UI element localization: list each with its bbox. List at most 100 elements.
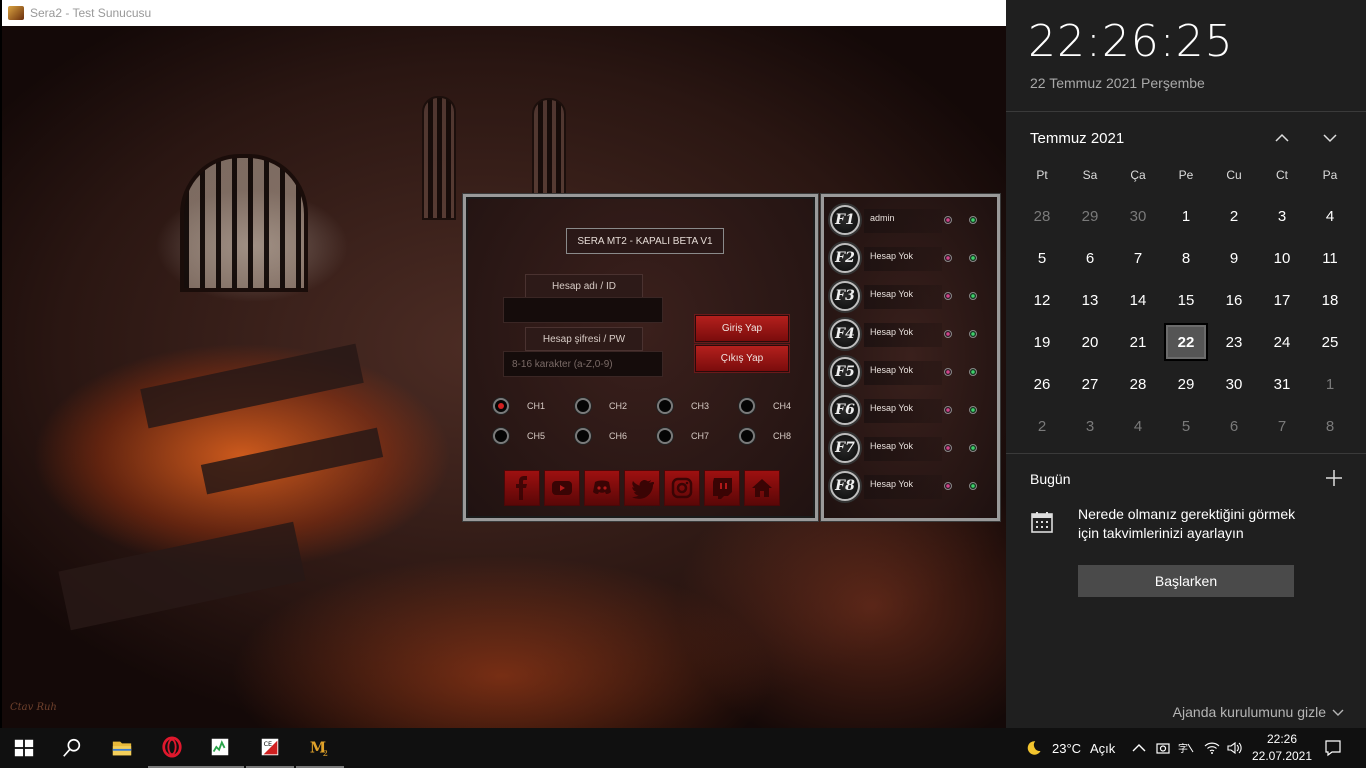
channel-6-radio[interactable] (575, 428, 591, 444)
ce-app-button[interactable]: CE (246, 728, 294, 768)
delete-account-dot[interactable] (944, 444, 952, 452)
account-slot[interactable]: F4 Hesap Yok (830, 319, 995, 353)
calendar-day[interactable]: 6 (1066, 237, 1114, 279)
wifi-icon[interactable] (1204, 740, 1220, 756)
channel-3-radio[interactable] (657, 398, 673, 414)
select-account-dot[interactable] (969, 330, 977, 338)
calendar-day-today[interactable]: 22 (1164, 323, 1208, 361)
language-icon[interactable]: 字 (1178, 740, 1194, 756)
delete-account-dot[interactable] (944, 254, 952, 262)
calendar-day[interactable]: 17 (1258, 279, 1306, 321)
moon-weather-icon[interactable] (1024, 739, 1042, 757)
task-manager-button[interactable] (196, 728, 244, 768)
start-menu-button[interactable] (0, 728, 48, 768)
channel-4-radio[interactable] (739, 398, 755, 414)
calendar-day[interactable]: 26 (1018, 363, 1066, 405)
calendar-day[interactable]: 28 (1018, 195, 1066, 237)
channel-8-radio[interactable] (739, 428, 755, 444)
home-button[interactable] (744, 470, 780, 506)
account-slot[interactable]: F6 Hesap Yok (830, 395, 995, 429)
twitter-button[interactable] (624, 470, 660, 506)
delete-account-dot[interactable] (944, 368, 952, 376)
channel-5-radio[interactable] (493, 428, 509, 444)
get-started-button[interactable]: Başlarken (1078, 565, 1294, 597)
delete-account-dot[interactable] (944, 292, 952, 300)
account-slot[interactable]: F5 Hesap Yok (830, 357, 995, 391)
delete-account-dot[interactable] (944, 330, 952, 338)
account-slot[interactable]: F2 Hesap Yok (830, 243, 995, 277)
calendar-day[interactable]: 19 (1018, 321, 1066, 363)
calendar-day[interactable]: 1 (1306, 363, 1354, 405)
username-input[interactable] (503, 297, 663, 323)
calendar-day[interactable]: 14 (1114, 279, 1162, 321)
speaker-icon[interactable] (1226, 740, 1242, 756)
calendar-day[interactable]: 16 (1210, 279, 1258, 321)
discord-button[interactable] (584, 470, 620, 506)
channel-1-radio[interactable] (493, 398, 509, 414)
calendar-day[interactable]: 25 (1306, 321, 1354, 363)
add-event-icon[interactable] (1324, 468, 1344, 488)
calendar-day[interactable]: 3 (1258, 195, 1306, 237)
calendar-day[interactable]: 7 (1258, 405, 1306, 447)
calendar-day[interactable]: 27 (1066, 363, 1114, 405)
channel-2-radio[interactable] (575, 398, 591, 414)
weather-description[interactable]: Açık (1090, 741, 1115, 756)
select-account-dot[interactable] (969, 216, 977, 224)
facebook-button[interactable] (504, 470, 540, 506)
password-input[interactable] (503, 351, 663, 377)
twitch-button[interactable] (704, 470, 740, 506)
channel-7-radio[interactable] (657, 428, 673, 444)
calendar-day[interactable]: 6 (1210, 405, 1258, 447)
account-slot[interactable]: F8 Hesap Yok (830, 471, 995, 505)
calendar-day[interactable]: 30 (1114, 195, 1162, 237)
taskbar-clock-time[interactable]: 22:26 (1252, 732, 1312, 746)
calendar-day[interactable]: 2 (1018, 405, 1066, 447)
account-slot[interactable]: F7 Hesap Yok (830, 433, 995, 467)
instagram-button[interactable] (664, 470, 700, 506)
select-account-dot[interactable] (969, 368, 977, 376)
metin2-game-button[interactable]: M2 (296, 728, 344, 768)
calendar-day[interactable]: 5 (1162, 405, 1210, 447)
hide-agenda-link[interactable]: Ajanda kurulumunu gizle (1173, 704, 1344, 720)
calendar-day[interactable]: 29 (1066, 195, 1114, 237)
calendar-day[interactable]: 28 (1114, 363, 1162, 405)
search-button[interactable] (48, 728, 96, 768)
calendar-day[interactable]: 11 (1306, 237, 1354, 279)
calendar-day[interactable]: 8 (1162, 237, 1210, 279)
calendar-day[interactable]: 1 (1162, 195, 1210, 237)
select-account-dot[interactable] (969, 482, 977, 490)
file-explorer-button[interactable] (98, 728, 146, 768)
calendar-day[interactable]: 23 (1210, 321, 1258, 363)
select-account-dot[interactable] (969, 254, 977, 262)
opera-browser-button[interactable] (148, 728, 196, 768)
calendar-day[interactable]: 5 (1018, 237, 1066, 279)
select-account-dot[interactable] (969, 292, 977, 300)
month-title[interactable]: Temmuz 2021 (1030, 130, 1124, 147)
calendar-day[interactable]: 18 (1306, 279, 1354, 321)
delete-account-dot[interactable] (944, 482, 952, 490)
calendar-day[interactable]: 12 (1018, 279, 1066, 321)
calendar-day[interactable]: 15 (1162, 279, 1210, 321)
select-account-dot[interactable] (969, 406, 977, 414)
delete-account-dot[interactable] (944, 216, 952, 224)
calendar-day[interactable]: 13 (1066, 279, 1114, 321)
calendar-day[interactable]: 24 (1258, 321, 1306, 363)
calendar-day[interactable]: 2 (1210, 195, 1258, 237)
next-month-button[interactable] (1318, 126, 1342, 150)
calendar-day[interactable]: 3 (1066, 405, 1114, 447)
title-bar[interactable]: Sera2 - Test Sunucusu (2, 0, 1006, 27)
calendar-day[interactable]: 4 (1306, 195, 1354, 237)
calendar-day[interactable]: 8 (1306, 405, 1354, 447)
calendar-day[interactable]: 7 (1114, 237, 1162, 279)
clock-date[interactable]: 22 Temmuz 2021 Perşembe (1030, 75, 1205, 91)
calendar-day[interactable]: 29 (1162, 363, 1210, 405)
calendar-day[interactable]: 30 (1210, 363, 1258, 405)
account-slot[interactable]: F1 admin (830, 205, 995, 239)
account-slot[interactable]: F3 Hesap Yok (830, 281, 995, 315)
calendar-day[interactable]: 10 (1258, 237, 1306, 279)
calendar-day[interactable]: 4 (1114, 405, 1162, 447)
chevron-up-icon[interactable] (1131, 740, 1147, 756)
login-button[interactable]: Giriş Yap (694, 314, 790, 343)
notifications-icon[interactable] (1324, 739, 1342, 757)
exit-button[interactable]: Çıkış Yap (694, 344, 790, 373)
